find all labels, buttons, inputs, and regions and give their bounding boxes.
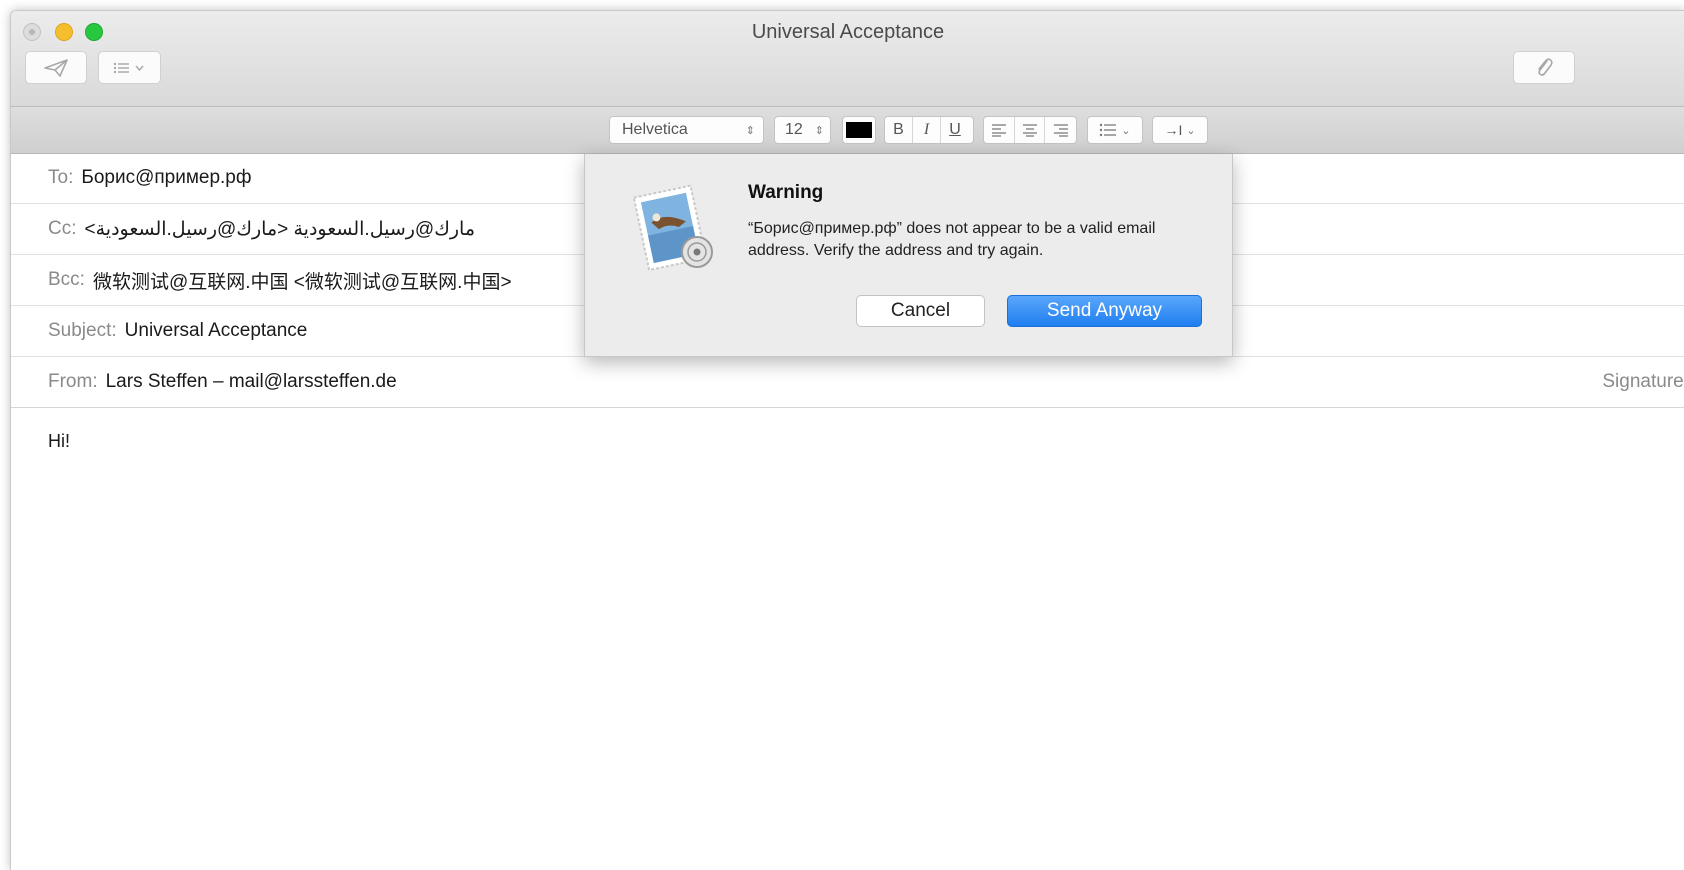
align-center-icon (1022, 124, 1037, 137)
text-color-button[interactable] (842, 116, 876, 144)
italic-button[interactable]: I (913, 117, 941, 143)
align-right-button[interactable] (1045, 117, 1076, 143)
chevron-down-icon: ⌄ (1121, 124, 1131, 137)
color-swatch (846, 122, 872, 138)
from-label: From: (48, 371, 98, 392)
to-label: To: (48, 167, 74, 188)
text-style-group: B I U (884, 116, 974, 144)
alignment-group (983, 116, 1077, 144)
title-bar: Universal Acceptance (11, 11, 1684, 107)
bcc-value[interactable]: 微软测试@互联网.中国 <微软测试@互联网.中国> (93, 267, 512, 294)
window-title: Universal Acceptance (751, 21, 945, 43)
bold-label: B (893, 121, 904, 138)
cancel-button[interactable]: Cancel (856, 295, 985, 327)
attach-button[interactable] (1513, 51, 1575, 84)
font-select[interactable]: Helvetica ⇕ (609, 116, 764, 144)
underline-label: U (949, 121, 961, 138)
paperclip-icon (1538, 57, 1553, 76)
list-icon (1100, 123, 1117, 137)
dialog-title: Warning (748, 182, 824, 203)
chevron-down-icon: ⌄ (1186, 124, 1196, 137)
bcc-label: Bcc: (48, 269, 85, 290)
align-left-button[interactable] (984, 117, 1015, 143)
italic-label: I (923, 121, 930, 138)
to-value[interactable]: Борис@пример.рф (81, 167, 251, 189)
updown-chevron-icon: ⇕ (745, 124, 755, 137)
warning-dialog: Warning “Борис@пример.рф” does not appea… (584, 154, 1233, 357)
header-fields-button[interactable] (98, 51, 161, 84)
send-anyway-button[interactable]: Send Anyway (1007, 295, 1202, 327)
message-body[interactable]: Hi! (48, 431, 70, 452)
align-right-icon (1053, 124, 1068, 137)
from-field[interactable]: From: Lars Steffen – mail@larssteffen.de… (11, 357, 1684, 408)
header-fields-icon (113, 62, 144, 73)
paper-plane-icon (44, 58, 68, 77)
dialog-message: “Борис@пример.рф” does not appear to be … (748, 220, 1156, 259)
underline-button[interactable]: U (941, 117, 969, 143)
align-center-button[interactable] (1015, 117, 1046, 143)
cc-label: Cc: (48, 218, 77, 239)
signature-label: Signature: (1602, 371, 1684, 392)
font-size-select[interactable]: 12 ⇕ (774, 116, 831, 144)
cc-value[interactable]: مارك@رسيل.السعودية <مارك@رسيل.السعودية> (85, 218, 476, 241)
indent-icon: →I (1164, 122, 1183, 138)
align-left-icon (991, 124, 1006, 137)
bold-button[interactable]: B (885, 117, 913, 143)
font-name: Helvetica (622, 121, 688, 138)
subject-label: Subject: (48, 320, 117, 341)
mail-stamp-icon (632, 184, 713, 272)
list-style-button[interactable]: ⌄ (1087, 116, 1143, 144)
indent-button[interactable]: →I ⌄ (1152, 116, 1208, 144)
from-value[interactable]: Lars Steffen – mail@larssteffen.de (106, 371, 397, 393)
subject-value[interactable]: Universal Acceptance (125, 320, 308, 342)
font-size-value: 12 (785, 121, 803, 138)
format-bar: Helvetica ⇕ 12 ⇕ B I U ⌄ →I ⌄ (11, 107, 1684, 154)
updown-chevron-icon: ⇕ (814, 124, 824, 137)
mail-compose-window: Universal Acceptance Helvetica ⇕ 12 ⇕ B … (10, 10, 1684, 870)
send-button[interactable] (25, 51, 87, 84)
